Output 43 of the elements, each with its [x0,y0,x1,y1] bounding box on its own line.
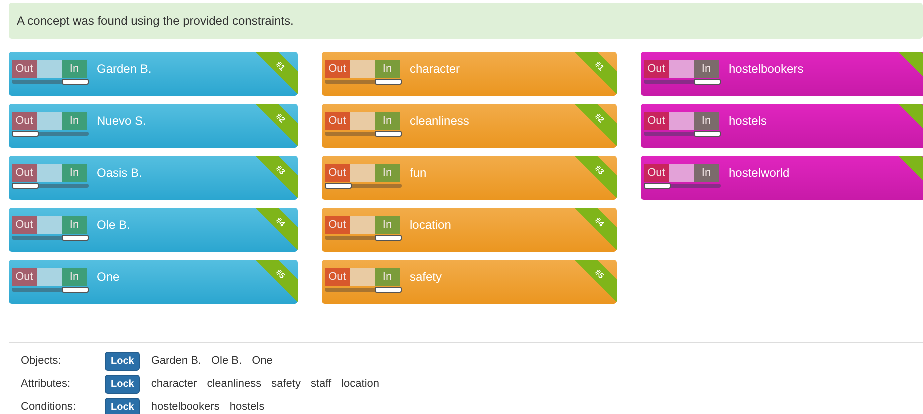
summary-value: location [342,378,380,390]
in-out-toggle[interactable]: Out In [644,60,721,84]
in-out-toggle[interactable]: Out In [325,112,402,136]
item-label: hostelbookers [729,62,804,76]
summary-value: Garden B. [151,355,202,367]
item-label: Nuevo S. [97,114,146,128]
status-message: A concept was found using the provided constraints. [9,3,923,39]
in-out-toggle[interactable]: Out In [644,112,721,136]
summary-value: hostelbookers [151,401,220,413]
in-out-toggle[interactable]: Out In [12,60,89,84]
summary-value: cleanliness [207,378,262,390]
in-out-toggle[interactable]: Out In [12,268,89,292]
summary-value: safety [272,378,301,390]
summary-value: Ole B. [211,355,242,367]
in-out-toggle[interactable]: Out In [325,164,402,188]
summary-label: Objects: [21,355,62,367]
summary-value: One [252,355,273,367]
summary-label: Conditions: [21,401,78,413]
summary-label: Attributes: [21,378,72,390]
in-out-toggle[interactable]: Out In [325,268,402,292]
summary-value: character [151,378,198,390]
item-label: location [410,218,452,232]
item-label: Garden B. [97,62,152,76]
item-label: Oasis B. [97,166,142,180]
lock-button[interactable]: Lock [105,374,140,394]
in-out-toggle[interactable]: Out In [325,60,402,84]
item-label: Ole B. [97,218,130,232]
in-out-toggle[interactable]: Out In [12,164,89,188]
item-label: cleanliness [410,114,470,128]
item-label: safety [410,270,442,284]
lock-button[interactable]: Lock [105,398,140,414]
item-label: hostels [729,114,768,128]
lock-button[interactable]: Lock [105,352,140,370]
summary-value: staff [310,378,332,390]
in-out-toggle[interactable]: Out In [12,112,89,136]
item-label: character [410,62,460,76]
in-out-toggle[interactable]: Out In [12,216,89,240]
in-out-toggle[interactable]: Out In [325,216,402,240]
item-label: fun [410,166,427,180]
in-out-toggle[interactable]: Out In [644,164,721,188]
summary-value: hostels [230,401,265,413]
item-label: One [97,270,120,284]
item-label: hostelworld [729,166,790,180]
